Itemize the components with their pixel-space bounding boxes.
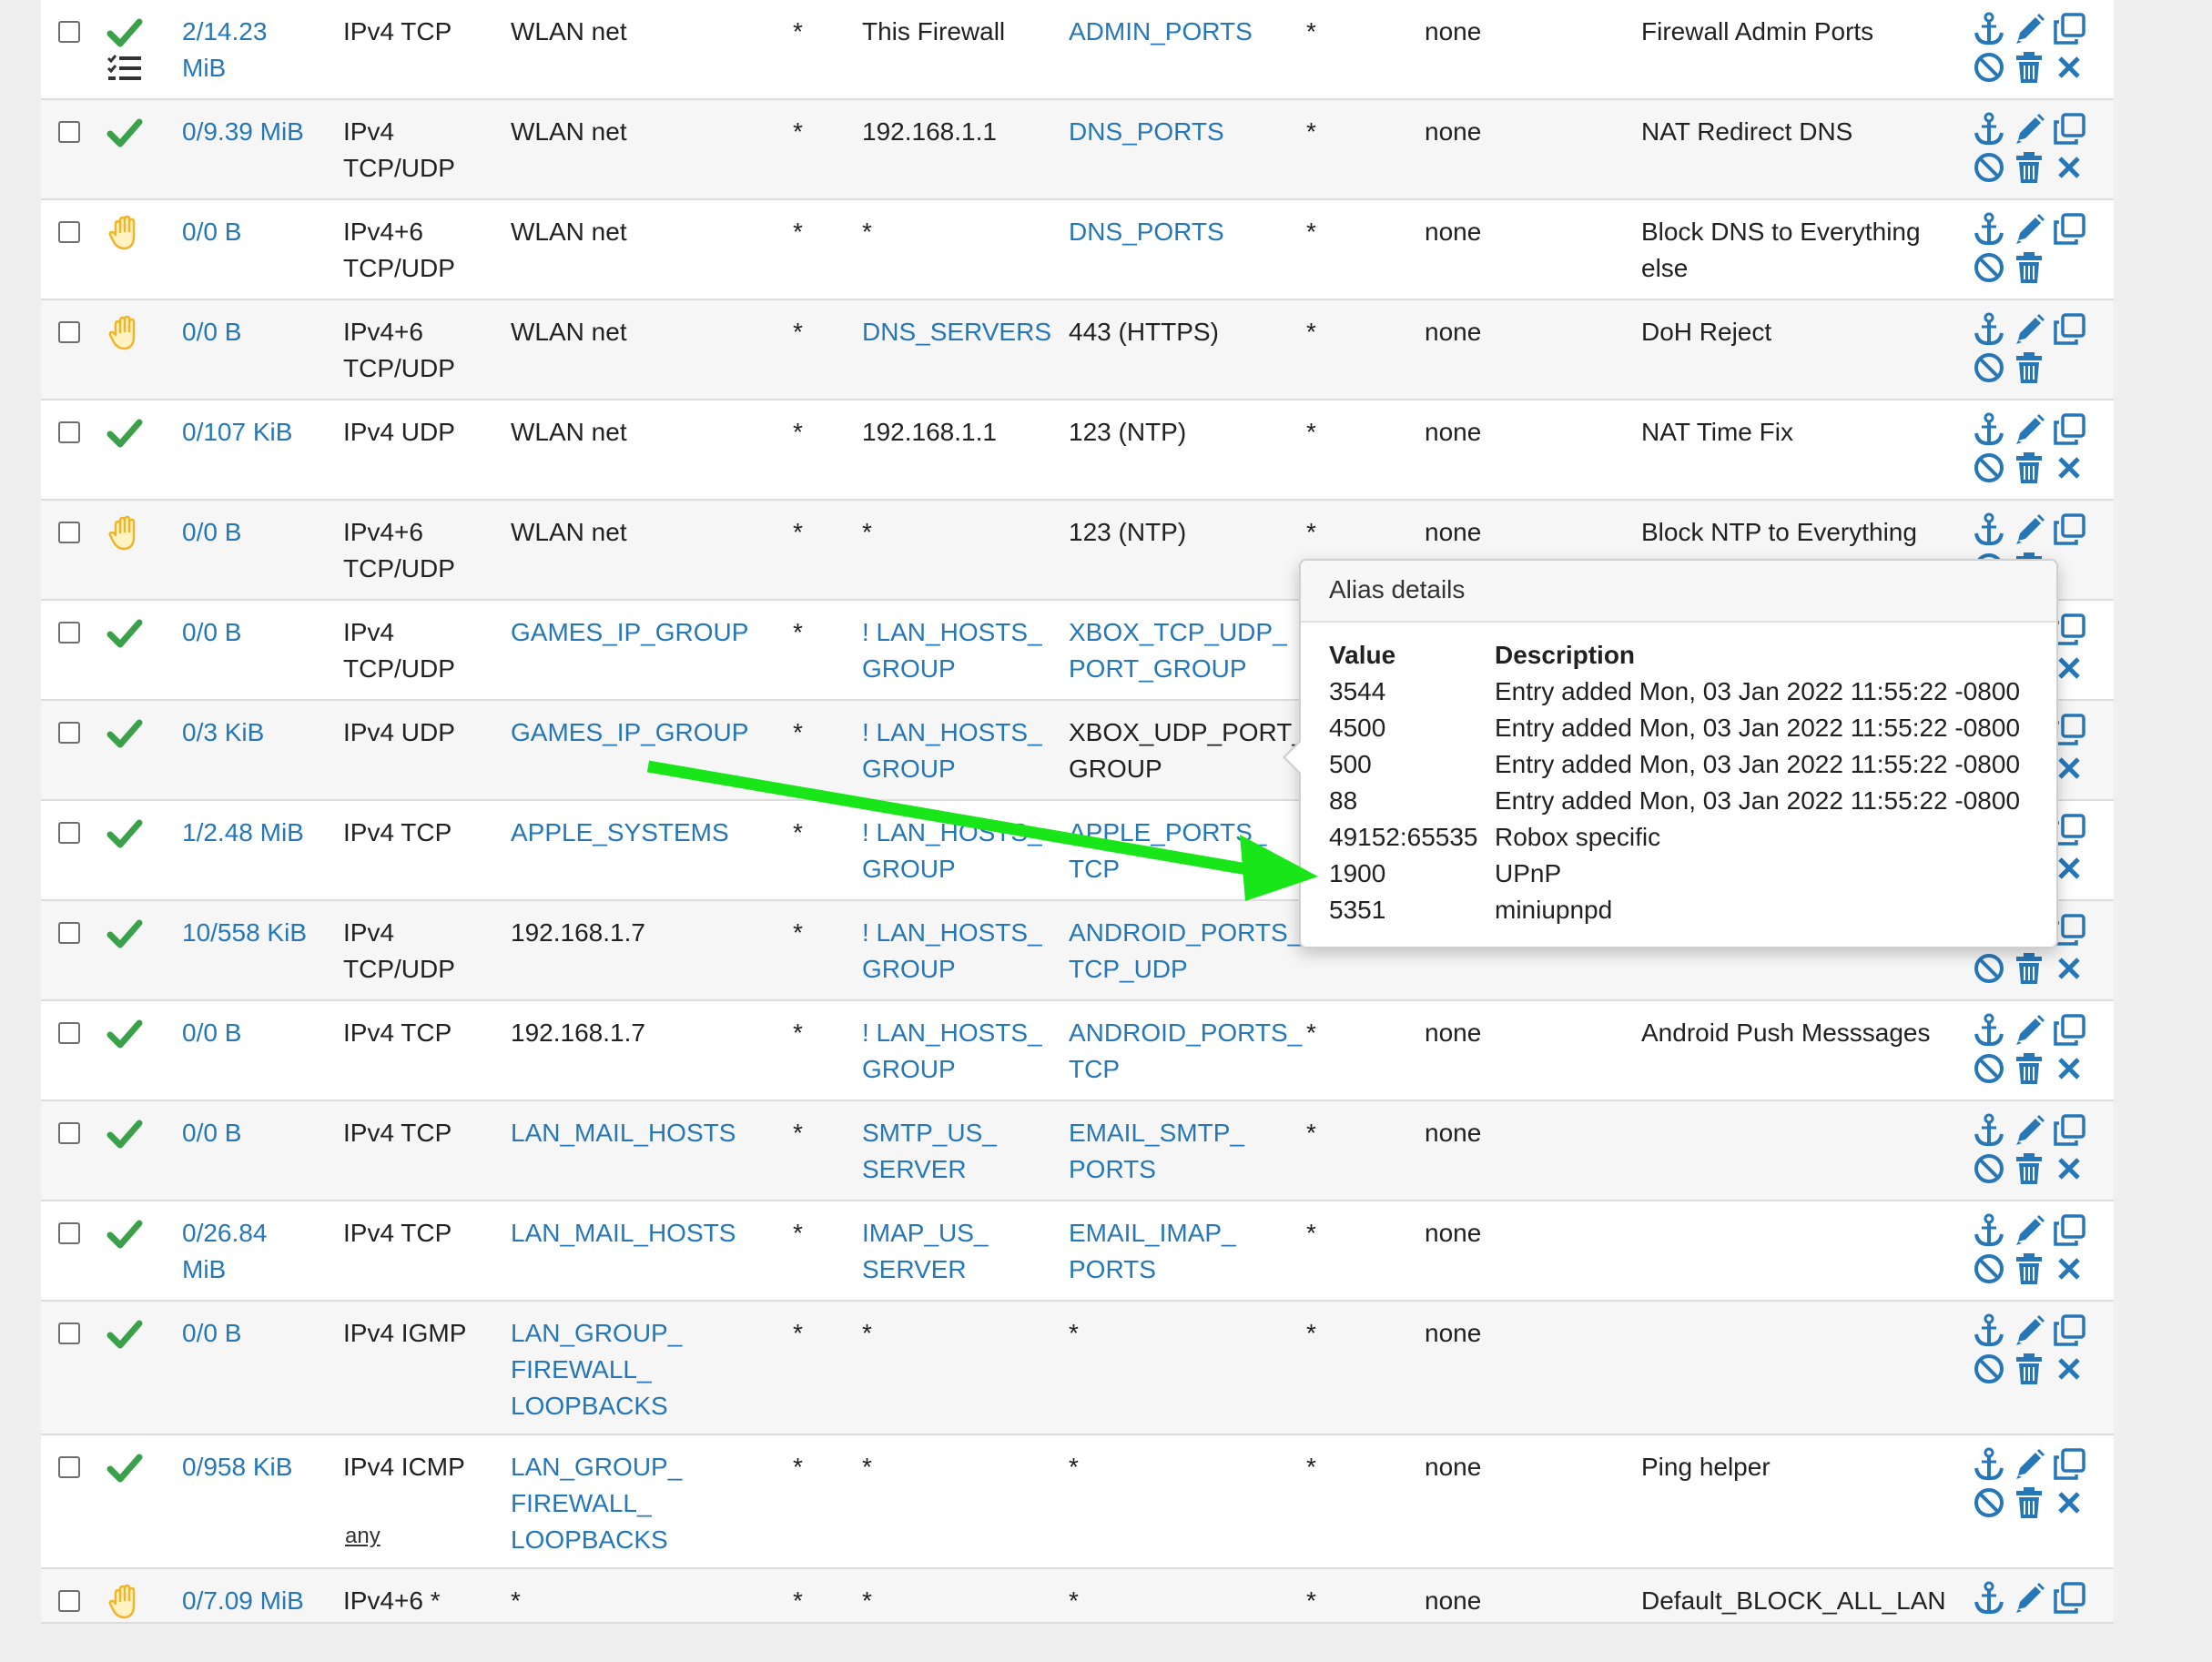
annotation-arrow-head [1240,835,1318,901]
annotation-arrow [646,760,1318,901]
annotation-arrow-shaft [646,760,1249,876]
